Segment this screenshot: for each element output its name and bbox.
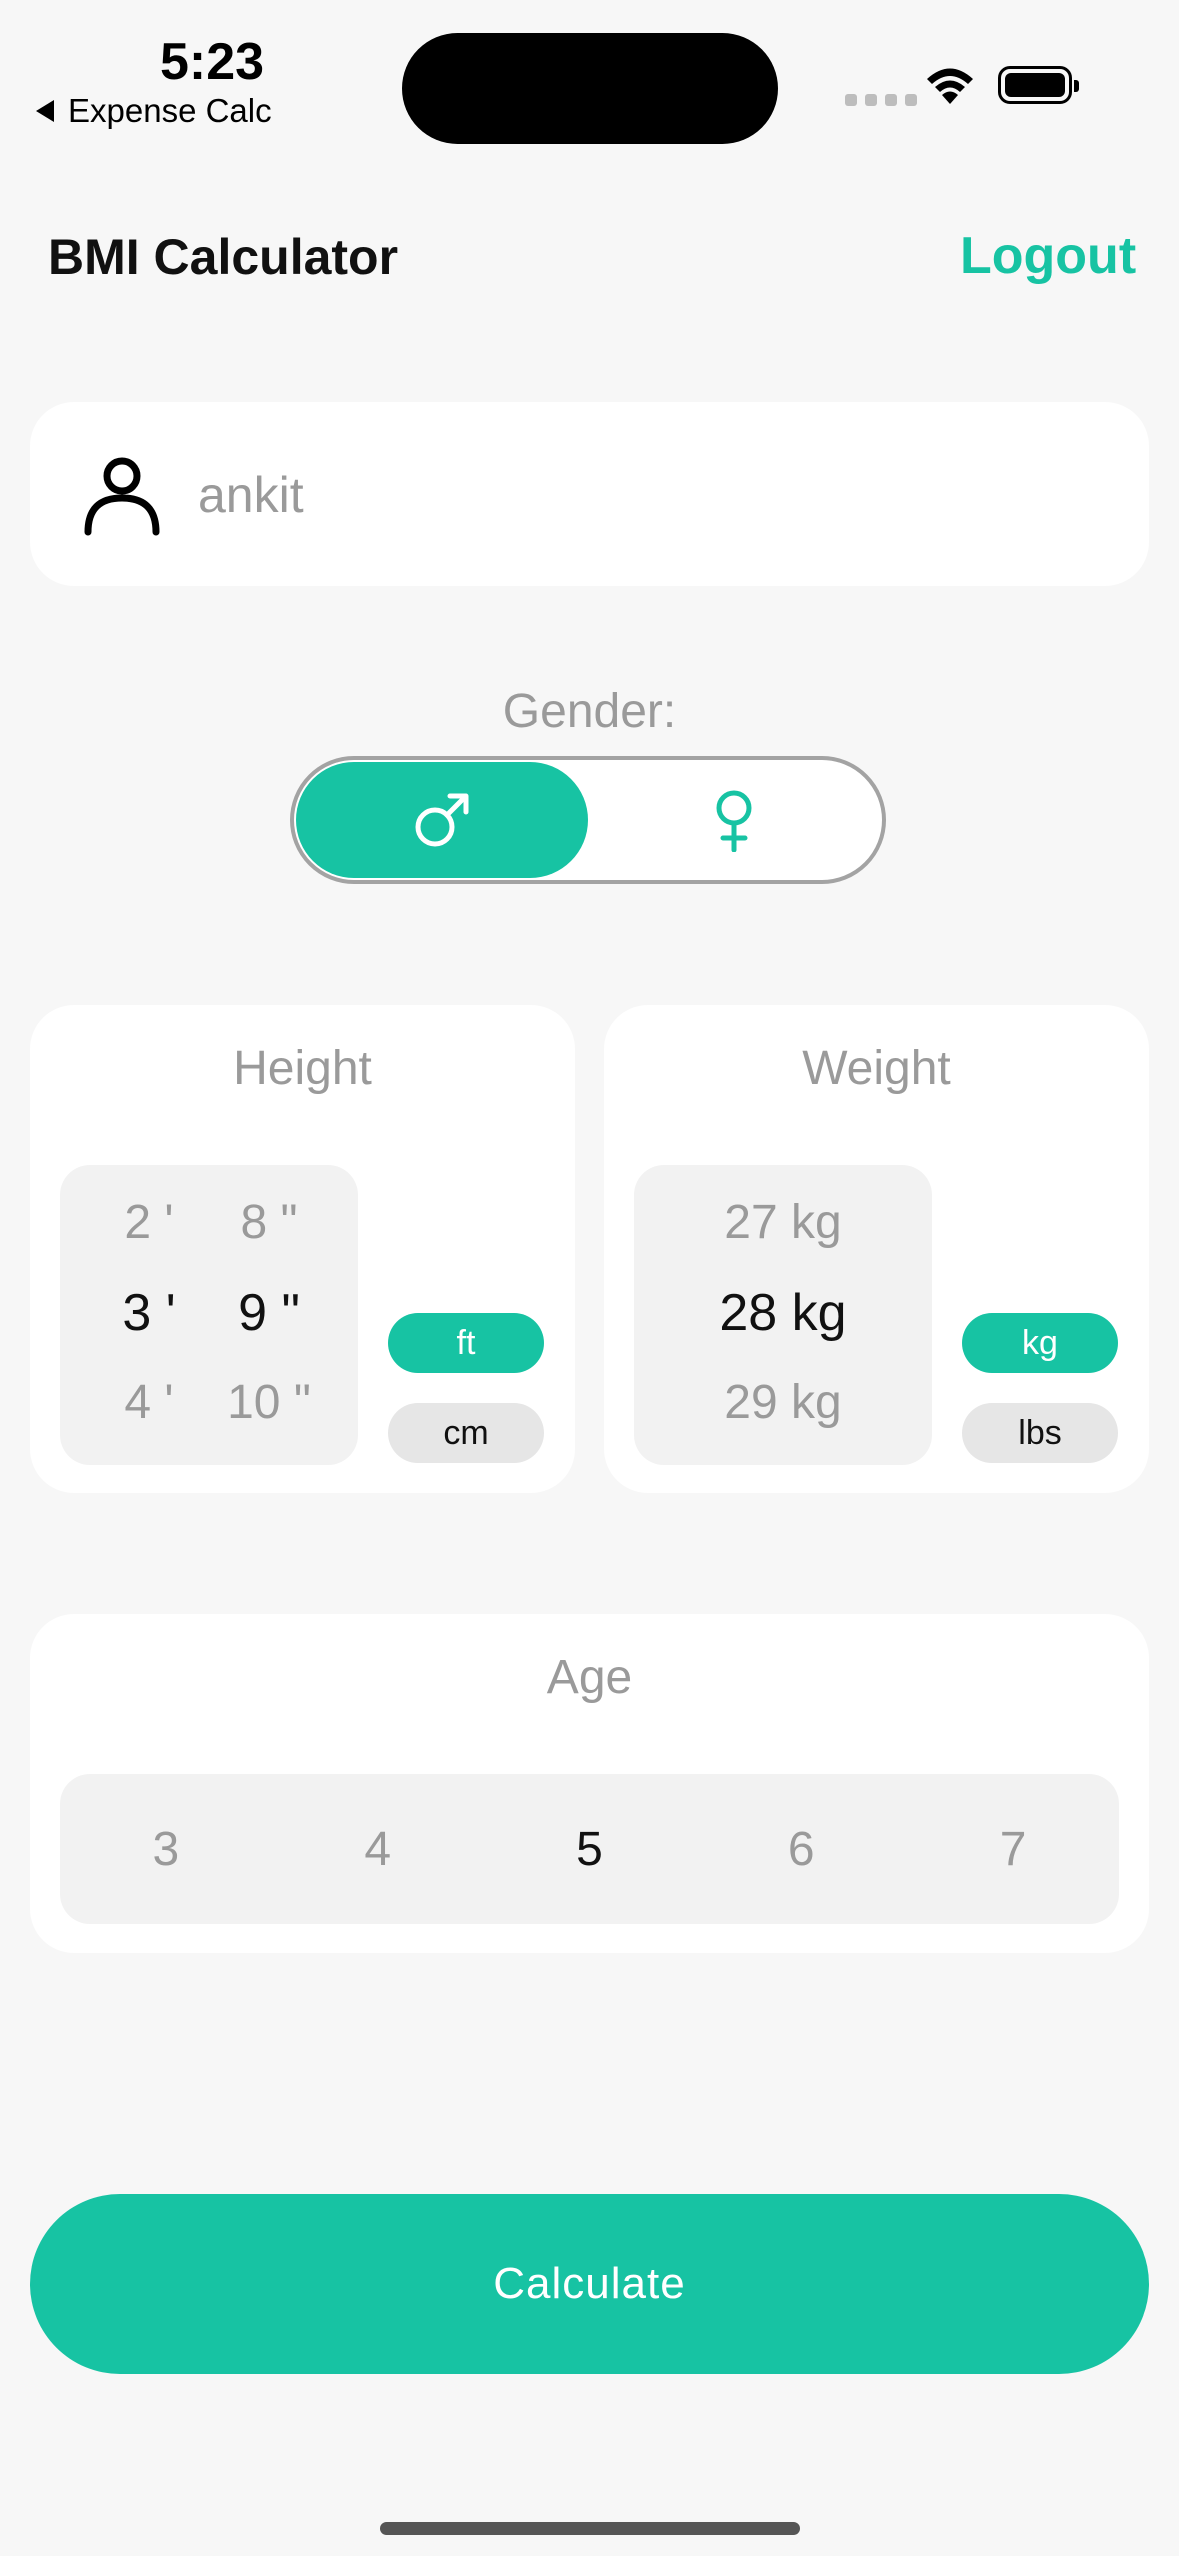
weight-title: Weight — [802, 1042, 951, 1095]
back-arrow-icon — [36, 100, 54, 122]
age-card: Age 3 4 5 6 7 — [30, 1614, 1149, 1953]
battery-icon — [998, 66, 1079, 104]
gender-label: Gender: — [502, 685, 677, 738]
status-time: 5:23 — [160, 33, 265, 91]
gender-male-option[interactable] — [296, 762, 588, 878]
dynamic-island — [402, 33, 778, 144]
height-inches-value: 9 " — [238, 1284, 300, 1342]
height-unit-ft-button[interactable]: ft — [388, 1313, 544, 1373]
height-unit-cm-button[interactable]: cm — [388, 1403, 544, 1463]
cellular-signal-icon — [845, 94, 917, 106]
height-picker-row-selected[interactable]: 3 ' 9 " — [60, 1283, 358, 1343]
height-card: Height 2 ' 8 " 3 ' 9 " 4 ' 10 " ft cm — [30, 1005, 575, 1493]
weight-unit-lbs-button[interactable]: lbs — [962, 1403, 1118, 1463]
gender-female-option[interactable] — [588, 762, 880, 878]
weight-picker[interactable]: 27 kg 28 kg 29 kg — [634, 1165, 932, 1465]
age-option[interactable]: 7 — [953, 1822, 1073, 1877]
age-option[interactable]: 6 — [741, 1822, 861, 1877]
calculate-button[interactable]: Calculate — [30, 2194, 1149, 2374]
height-inches-value: 10 " — [227, 1376, 311, 1429]
weight-card: Weight 27 kg 28 kg 29 kg kg lbs — [604, 1005, 1149, 1493]
age-option-selected[interactable]: 5 — [529, 1822, 649, 1877]
male-symbol-icon — [415, 793, 469, 847]
female-symbol-icon — [716, 790, 752, 852]
height-feet-value: 2 ' — [124, 1196, 174, 1249]
height-picker-row[interactable]: 2 ' 8 " — [60, 1195, 358, 1250]
weight-unit-kg-button[interactable]: kg — [962, 1313, 1118, 1373]
weight-picker-row[interactable]: 27 kg — [634, 1195, 932, 1250]
height-picker[interactable]: 2 ' 8 " 3 ' 9 " 4 ' 10 " — [60, 1165, 358, 1465]
back-app-label: Expense Calc — [68, 92, 272, 129]
weight-picker-row[interactable]: 29 kg — [634, 1375, 932, 1430]
age-option[interactable]: 4 — [318, 1822, 438, 1877]
name-input-value[interactable]: ankit — [198, 466, 304, 524]
logout-button[interactable]: Logout — [960, 226, 1136, 286]
home-indicator[interactable] — [380, 2522, 800, 2535]
gender-toggle[interactable] — [290, 756, 886, 884]
height-feet-value: 3 ' — [122, 1284, 176, 1342]
person-icon — [84, 457, 160, 536]
page-title: BMI Calculator — [48, 229, 399, 285]
height-picker-row[interactable]: 4 ' 10 " — [60, 1375, 358, 1430]
age-picker[interactable]: 3 4 5 6 7 — [60, 1774, 1119, 1924]
back-to-app-link[interactable]: Expense Calc — [36, 92, 272, 130]
age-option[interactable]: 3 — [106, 1822, 226, 1877]
height-inches-value: 8 " — [240, 1196, 298, 1249]
age-title: Age — [546, 1651, 633, 1704]
height-title: Height — [233, 1042, 372, 1095]
weight-picker-row-selected[interactable]: 28 kg — [634, 1283, 932, 1343]
wifi-icon — [927, 68, 973, 104]
height-feet-value: 4 ' — [124, 1376, 174, 1429]
